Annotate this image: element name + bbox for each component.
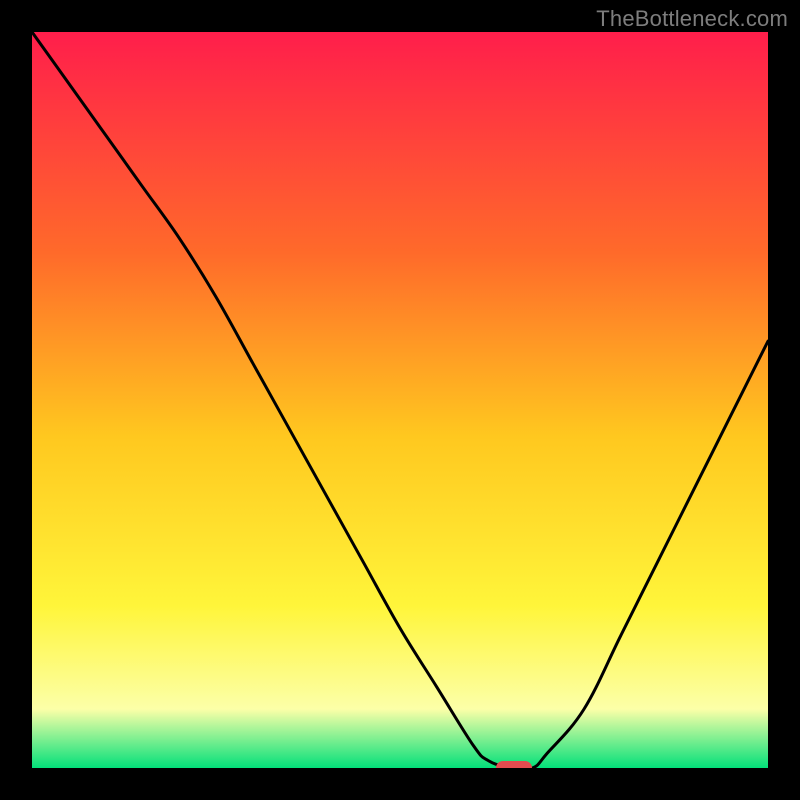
chart-frame: TheBottleneck.com bbox=[0, 0, 800, 800]
minimum-marker bbox=[496, 761, 533, 768]
chart-svg bbox=[32, 32, 768, 768]
gradient-background bbox=[32, 32, 768, 768]
watermark-text: TheBottleneck.com bbox=[596, 6, 788, 32]
plot-area bbox=[32, 32, 768, 768]
